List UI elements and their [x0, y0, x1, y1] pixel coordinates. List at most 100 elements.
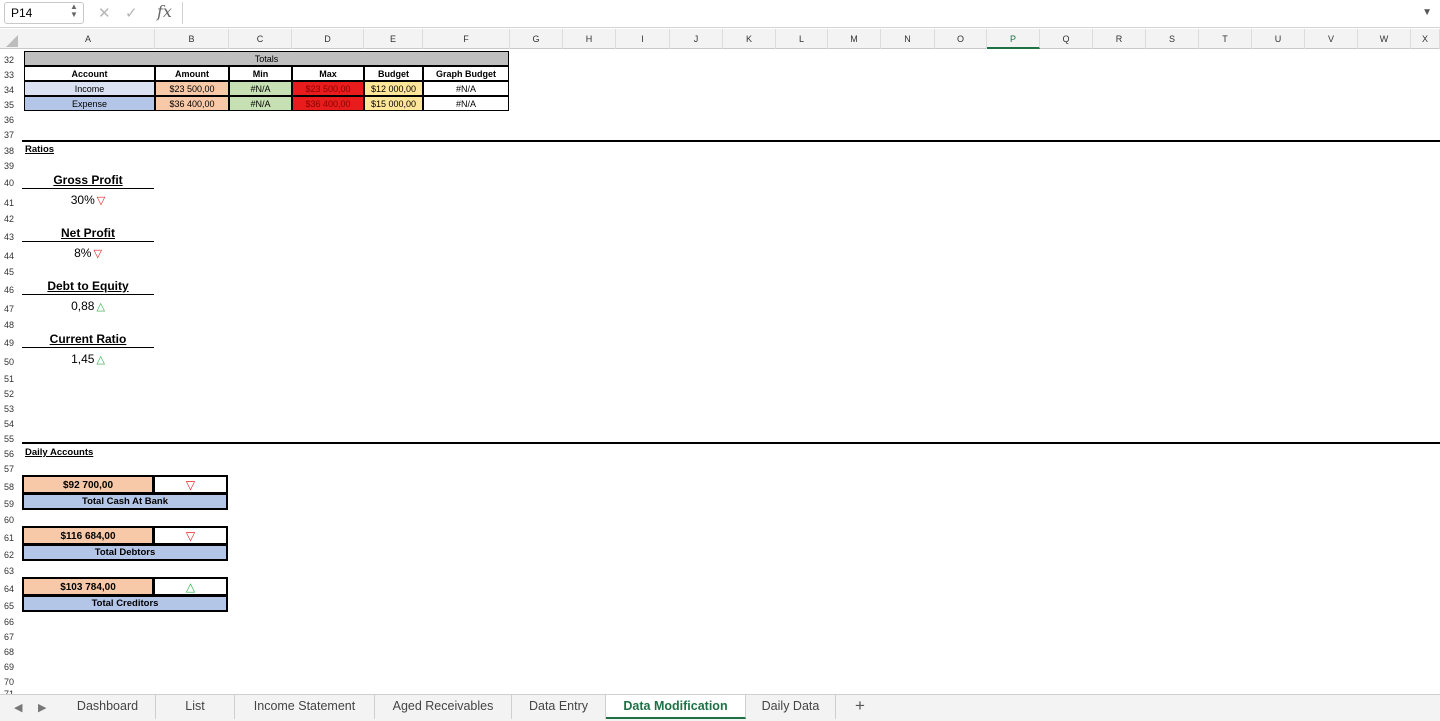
totals-cell: $36 400,00 — [292, 96, 364, 111]
row-header-49[interactable]: 49 — [4, 338, 14, 348]
select-all-corner[interactable] — [0, 29, 22, 49]
tab-dashboard[interactable]: Dashboard — [60, 695, 156, 719]
row-header-61[interactable]: 61 — [4, 533, 14, 543]
row-header-52[interactable]: 52 — [4, 389, 14, 399]
row-header-63[interactable]: 63 — [4, 566, 14, 576]
column-header-n[interactable]: N — [881, 29, 935, 49]
row-header-55[interactable]: 55 — [4, 434, 14, 444]
column-header-w[interactable]: W — [1358, 29, 1411, 49]
column-header-f[interactable]: F — [423, 29, 510, 49]
row-header-70[interactable]: 70 — [4, 677, 14, 687]
row-header-37[interactable]: 37 — [4, 130, 14, 140]
row-header-64[interactable]: 64 — [4, 584, 14, 594]
row-header-68[interactable]: 68 — [4, 647, 14, 657]
daily-account-label: Total Debtors — [22, 545, 228, 561]
row-header-53[interactable]: 53 — [4, 404, 14, 414]
tab-data-modification[interactable]: Data Modification — [606, 695, 746, 719]
row-header-60[interactable]: 60 — [4, 515, 14, 525]
function-icon[interactable]: fx — [157, 2, 172, 21]
ratio-title: Net Profit — [22, 226, 154, 242]
tab-scroll-right-icon[interactable]: ▶ — [38, 701, 46, 714]
row-header-67[interactable]: 67 — [4, 632, 14, 642]
row-header-46[interactable]: 46 — [4, 285, 14, 295]
tab-daily-data[interactable]: Daily Data — [746, 695, 836, 719]
row-header-56[interactable]: 56 — [4, 449, 14, 459]
section-divider — [22, 442, 1440, 444]
ratio-title: Current Ratio — [22, 332, 154, 348]
totals-cell: $23 500,00 — [155, 81, 229, 96]
triangle-down-icon: ▽ — [96, 195, 106, 207]
row-header-57[interactable]: 57 — [4, 464, 14, 474]
ratios-section-label: Ratios — [25, 144, 55, 155]
tab-scroll-left-icon[interactable]: ◀ — [14, 701, 22, 714]
row-header-48[interactable]: 48 — [4, 320, 14, 330]
daily-account-value: $92 700,00 — [22, 475, 154, 494]
row-header-32[interactable]: 32 — [4, 55, 14, 65]
row-header-62[interactable]: 62 — [4, 550, 14, 560]
row-header-39[interactable]: 39 — [4, 161, 14, 171]
totals-header-cell: Budget — [364, 66, 423, 81]
column-header-a[interactable]: A — [22, 29, 155, 49]
sheet-grid[interactable]: Totals Account Amount Min Max Budget Graph Bu… — [22, 50, 1440, 694]
column-header-x[interactable]: X — [1411, 29, 1440, 49]
row-header-38[interactable]: 38 — [4, 146, 14, 156]
column-header-l[interactable]: L — [776, 29, 828, 49]
row-header-45[interactable]: 45 — [4, 267, 14, 277]
totals-group-header: Totals — [24, 51, 509, 66]
tab-data-entry[interactable]: Data Entry — [512, 695, 606, 719]
column-header-u[interactable]: U — [1252, 29, 1305, 49]
column-header-i[interactable]: I — [616, 29, 670, 49]
tab-aged-receivables[interactable]: Aged Receivables — [375, 695, 512, 719]
triangle-down-icon: ▽ — [154, 526, 228, 545]
row-header-50[interactable]: 50 — [4, 357, 14, 367]
column-header-q[interactable]: Q — [1040, 29, 1093, 49]
row-header-33[interactable]: 33 — [4, 70, 14, 80]
row-header-42[interactable]: 42 — [4, 214, 14, 224]
totals-cell: #N/A — [423, 96, 509, 111]
chevron-down-icon[interactable]: ▼ — [1422, 7, 1432, 18]
column-header-d[interactable]: D — [292, 29, 364, 49]
row-header-43[interactable]: 43 — [4, 232, 14, 242]
row-header-40[interactable]: 40 — [4, 178, 14, 188]
column-header-t[interactable]: T — [1199, 29, 1252, 49]
row-header-36[interactable]: 36 — [4, 115, 14, 125]
add-sheet-button[interactable]: + — [846, 696, 874, 716]
column-header-v[interactable]: V — [1305, 29, 1358, 49]
row-header-66[interactable]: 66 — [4, 617, 14, 627]
row-header-58[interactable]: 58 — [4, 482, 14, 492]
daily-account-value: $116 684,00 — [22, 526, 154, 545]
row-header-44[interactable]: 44 — [4, 251, 14, 261]
column-header-o[interactable]: O — [935, 29, 987, 49]
column-header-c[interactable]: C — [229, 29, 292, 49]
totals-cell: $15 000,00 — [364, 96, 423, 111]
column-header-s[interactable]: S — [1146, 29, 1199, 49]
daily-account-label: Total Cash At Bank — [22, 494, 228, 510]
row-header-65[interactable]: 65 — [4, 601, 14, 611]
column-header-h[interactable]: H — [563, 29, 616, 49]
row-header-35[interactable]: 35 — [4, 100, 14, 110]
tab-list[interactable]: List — [156, 695, 235, 719]
cancel-icon[interactable]: ✕ — [98, 4, 111, 22]
column-header-k[interactable]: K — [723, 29, 776, 49]
ratio-value: 0,88 △ — [22, 298, 154, 314]
row-header-51[interactable]: 51 — [4, 374, 14, 384]
ratio-value-text: 30% — [70, 193, 95, 207]
formula-input[interactable] — [182, 2, 1422, 24]
row-header-59[interactable]: 59 — [4, 499, 14, 509]
column-header-r[interactable]: R — [1093, 29, 1146, 49]
confirm-icon[interactable]: ✓ — [125, 4, 138, 22]
row-header-54[interactable]: 54 — [4, 419, 14, 429]
row-header-41[interactable]: 41 — [4, 198, 14, 208]
row-header-34[interactable]: 34 — [4, 85, 14, 95]
name-box-stepper-icon[interactable]: ▲ ▼ — [70, 3, 78, 19]
daily-account-value: $103 784,00 — [22, 577, 154, 596]
column-header-j[interactable]: J — [670, 29, 723, 49]
column-header-m[interactable]: M — [828, 29, 881, 49]
tab-income-statement[interactable]: Income Statement — [235, 695, 375, 719]
row-header-69[interactable]: 69 — [4, 662, 14, 672]
row-header-47[interactable]: 47 — [4, 304, 14, 314]
column-header-p[interactable]: P — [987, 29, 1040, 49]
column-header-g[interactable]: G — [510, 29, 563, 49]
column-header-b[interactable]: B — [155, 29, 229, 49]
column-header-e[interactable]: E — [364, 29, 423, 49]
